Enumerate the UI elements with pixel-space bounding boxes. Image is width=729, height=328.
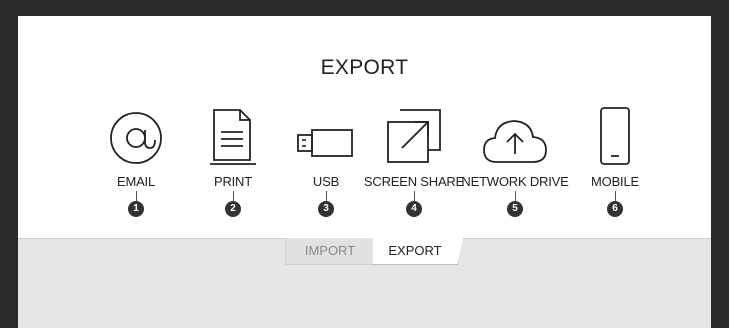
callout-badge: 5 [507,201,523,217]
dialog-title: EXPORT [320,56,409,79]
tab-export[interactable]: EXPORT [373,238,463,265]
callout-badge: 4 [406,201,422,217]
callout-line [135,191,137,201]
tab-bar: IMPORT EXPORT [285,238,475,266]
export-dialog: EXPORT EMAIL 1 PRINT 2 USB 3 SCREEN SHAR… [18,16,711,328]
callout-badge: 3 [318,201,334,217]
tab-import[interactable]: IMPORT [285,238,375,265]
callout-line [514,191,516,201]
callout-line [614,191,616,201]
callout-line [325,191,327,201]
mobile-label: MOBILE [591,174,639,189]
mobile-phone-icon [555,104,675,166]
callout-badge: 2 [225,201,241,217]
callout-badge: 1 [128,201,144,217]
callout-badge: 6 [607,201,623,217]
callout-line [413,191,415,201]
callout-line [232,191,234,201]
mobile-option[interactable]: MOBILE 6 [555,104,675,217]
